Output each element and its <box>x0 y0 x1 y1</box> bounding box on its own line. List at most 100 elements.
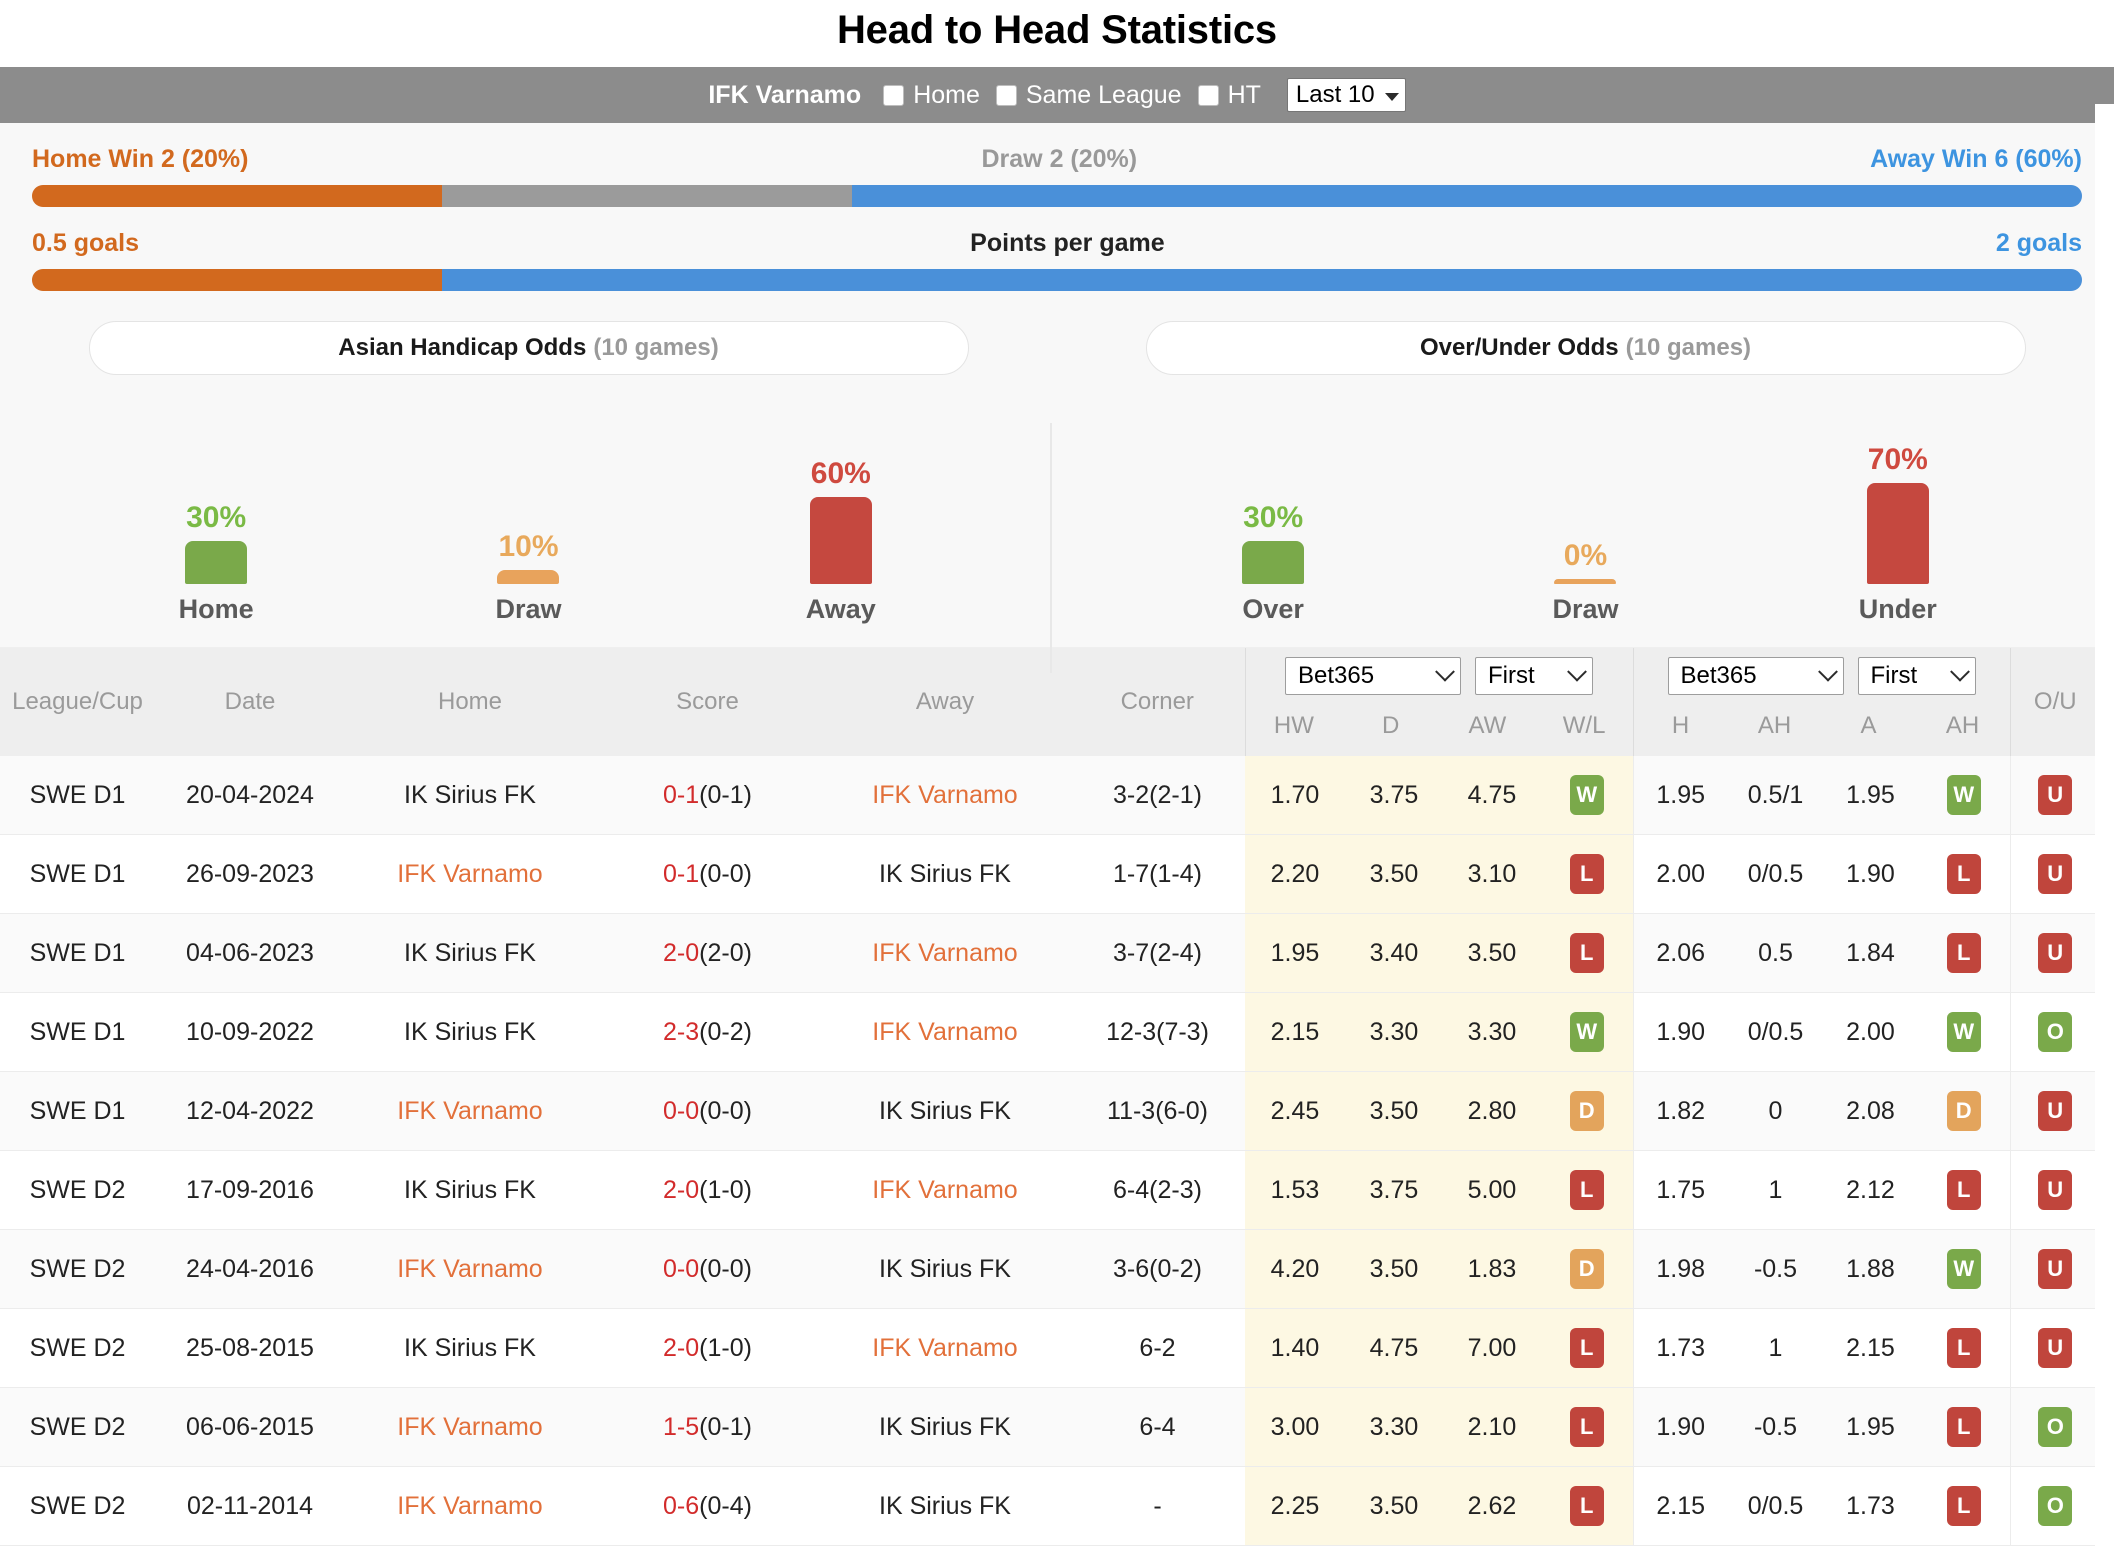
checkbox-ht-icon[interactable] <box>1197 84 1219 106</box>
cell-aw: 2.62 <box>1443 1466 1541 1546</box>
col-hw: HW <box>1273 712 1314 739</box>
chart-bar-ou-draw-label: Draw <box>1552 594 1619 624</box>
cell-ah-line: 0 <box>1728 1071 1823 1151</box>
badge-wl: L <box>1569 854 1604 894</box>
cell-h: 1.95 <box>1633 756 1728 835</box>
range-select[interactable]: Last 10 <box>1286 78 1406 112</box>
ppg-bar-labels: 0.5 goals Points per game 2 goals <box>32 207 2082 269</box>
cell-corner: 6-4 <box>1070 1387 1245 1467</box>
cell-score: 0-0(0-0) <box>595 1071 820 1151</box>
cell-wl: L <box>1541 1308 1634 1388</box>
badge-ou: U <box>2038 933 2073 973</box>
filter-home[interactable]: Home <box>883 81 980 110</box>
cell-ou: U <box>2009 1150 2095 1230</box>
badge-ah: L <box>1946 1170 1981 1210</box>
cell-aw: 4.75 <box>1443 756 1541 835</box>
cell-h: 1.90 <box>1633 1387 1728 1467</box>
cell-date: 25-08-2015 <box>155 1308 345 1388</box>
filter-home-label: Home <box>913 80 980 109</box>
cell-league: SWE D2 <box>0 1466 155 1546</box>
col-corner: Corner <box>1070 648 1245 756</box>
col-wl: W/L <box>1562 712 1606 739</box>
badge-wl: W <box>1569 775 1604 815</box>
chevron-down-icon <box>1949 661 1970 682</box>
badge-wl: L <box>1569 1486 1604 1526</box>
table-row[interactable]: SWE D1 20-04-2024 IK Sirius FK 0-1(0-1) IFK … <box>0 756 2095 835</box>
filter-ht-label: HT <box>1227 80 1261 109</box>
table-row[interactable]: SWE D2 25-08-2015 IK Sirius FK 2-0(1-0) IFK … <box>0 1308 2095 1388</box>
cell-aw: 3.30 <box>1443 992 1541 1072</box>
cell-corner: 3-2(2-1) <box>1070 756 1245 835</box>
cell-date: 24-04-2016 <box>155 1229 345 1309</box>
filter-ht[interactable]: HT <box>1197 80 1261 110</box>
cell-date: 20-04-2024 <box>155 756 345 835</box>
cell-home-team: IK Sirius FK <box>345 1308 595 1388</box>
cell-league: SWE D1 <box>0 756 155 835</box>
cell-league: SWE D2 <box>0 1387 155 1467</box>
cell-aw: 1.83 <box>1443 1229 1541 1309</box>
badge-ou: U <box>2038 775 2073 815</box>
cell-home-team: IK Sirius FK <box>345 1150 595 1230</box>
cell-score: 1-5(0-1) <box>595 1387 820 1467</box>
bookmaker-select-1[interactable]: Bet365 <box>1285 657 1461 695</box>
bookmaker-select-2-value: Bet365 <box>1680 662 1757 689</box>
period-select-2[interactable]: First <box>1857 657 1976 695</box>
table-row[interactable]: SWE D1 26-09-2023 IFK Varnamo 0-1(0-0) IK Si… <box>0 834 2095 914</box>
chart-bar-ou-draw-value: 0% <box>1563 539 1608 572</box>
table-row[interactable]: SWE D2 17-09-2016 IK Sirius FK 2-0(1-0) IFK … <box>0 1150 2095 1230</box>
table-row[interactable]: SWE D1 12-04-2022 IFK Varnamo 0-0(0-0) IK Si… <box>0 1071 2095 1151</box>
cell-away-team: IFK Varnamo <box>820 992 1070 1072</box>
cell-date: 26-09-2023 <box>155 834 345 914</box>
cell-wl: W <box>1541 992 1634 1072</box>
tab-over-under-odds[interactable]: Over/Under Odds (10 games) <box>1145 321 2026 375</box>
cell-a: 2.00 <box>1823 992 1918 1072</box>
chart-bar-home-value: 30% <box>186 500 247 534</box>
chart-bar-away: 60% Away <box>766 457 916 625</box>
table-row[interactable]: SWE D2 06-06-2015 IFK Varnamo 1-5(0-1) IK Si… <box>0 1387 2095 1467</box>
cell-ah-result: L <box>1918 834 2010 914</box>
col-ah1: AH <box>1757 712 1792 739</box>
checkbox-home-icon[interactable] <box>883 84 905 106</box>
cell-home-team: IK Sirius FK <box>345 756 595 835</box>
chart-divider <box>1050 423 1052 673</box>
table-row[interactable]: SWE D2 24-04-2016 IFK Varnamo 0-0(0-0) IK Si… <box>0 1229 2095 1309</box>
table-row[interactable]: SWE D1 10-09-2022 IK Sirius FK 2-3(0-2) IFK … <box>0 992 2095 1072</box>
col-aw: AW <box>1468 712 1507 739</box>
cell-league: SWE D2 <box>0 1308 155 1388</box>
cell-wl: W <box>1541 756 1634 835</box>
bookmaker-select-2[interactable]: Bet365 <box>1667 657 1844 695</box>
badge-ou: U <box>2038 1170 2073 1210</box>
cell-away-team: IFK Varnamo <box>820 913 1070 993</box>
cell-home-team: IK Sirius FK <box>345 913 595 993</box>
badge-ou: U <box>2038 1249 2073 1289</box>
checkbox-same-league-icon[interactable] <box>995 84 1017 106</box>
filter-same-league[interactable]: Same League <box>995 81 1182 110</box>
h2h-header-row: League/Cup Date Home Score Away Corner B… <box>0 648 2095 756</box>
cell-away-team: IK Sirius FK <box>820 1466 1070 1546</box>
cell-hw: 4.20 <box>1245 1229 1345 1309</box>
cell-hw: 1.95 <box>1245 913 1345 993</box>
cell-h: 1.90 <box>1633 992 1728 1072</box>
badge-ah: L <box>1946 1486 1981 1526</box>
badge-ou: O <box>2038 1486 2073 1526</box>
ppg-right-label: 2 goals <box>1995 229 2082 257</box>
table-row[interactable]: SWE D1 04-06-2023 IK Sirius FK 2-0(2-0) IFK … <box>0 913 2095 993</box>
cell-league: SWE D1 <box>0 913 155 993</box>
tab-asian-handicap-odds[interactable]: Asian Handicap Odds (10 games) <box>88 321 969 375</box>
chart-bar-draw-value: 10% <box>498 529 559 563</box>
col-h: H <box>1671 712 1690 739</box>
cell-home-team: IFK Varnamo <box>345 1229 595 1309</box>
cell-ah-result: L <box>1918 1308 2010 1388</box>
period-select-1-value: First <box>1488 662 1535 689</box>
cell-a: 1.73 <box>1823 1466 1918 1546</box>
period-select-1[interactable]: First <box>1475 657 1593 695</box>
cell-corner: 11-3(6-0) <box>1070 1071 1245 1151</box>
col-league: League/Cup <box>0 648 155 756</box>
cell-h: 1.82 <box>1633 1071 1728 1151</box>
table-row[interactable]: SWE D2 02-11-2014 IFK Varnamo 0-6(0-4) IK Si… <box>0 1466 2095 1546</box>
ppg-bar-right-segment <box>442 269 2082 291</box>
home-win-label: Home Win 2 (20%) <box>32 145 249 173</box>
ppg-center-label: Points per game <box>970 229 1165 257</box>
cell-h: 2.15 <box>1633 1466 1728 1546</box>
cell-ah-line: -0.5 <box>1728 1229 1823 1309</box>
